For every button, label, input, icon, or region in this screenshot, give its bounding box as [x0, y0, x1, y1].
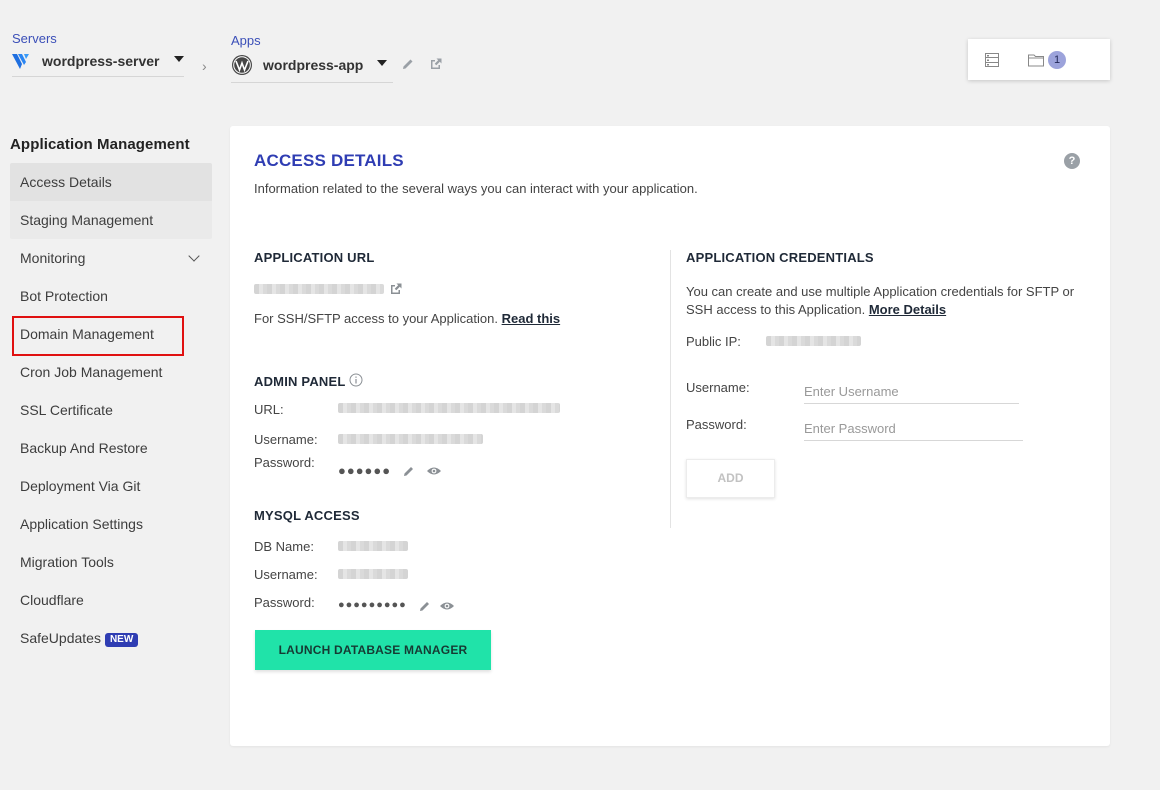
admin-password-value: ●●●●●●: [338, 463, 392, 478]
edit-pencil-icon[interactable]: [418, 599, 432, 613]
sidebar-item-monitoring[interactable]: Monitoring: [10, 239, 212, 277]
wordpress-logo-icon: [232, 55, 252, 75]
ssh-note: For SSH/SFTP access to your Application.…: [254, 311, 561, 326]
sidebar-item-ssl-certificate[interactable]: SSL Certificate: [10, 391, 212, 429]
new-badge: NEW: [104, 633, 139, 647]
apps-label: Apps: [231, 33, 261, 48]
more-details-link[interactable]: More Details: [869, 302, 946, 317]
sidebar-item-deployment-via-git[interactable]: Deployment Via Git: [10, 467, 212, 505]
sidebar-item-label: SafeUpdates: [20, 630, 101, 646]
sidebar-item-label: Staging Management: [20, 212, 154, 228]
db-password-value: ●●●●●●●●●: [338, 599, 407, 611]
admin-url-label: URL:: [254, 402, 284, 417]
admin-url-value: [338, 403, 560, 413]
username-input[interactable]: [804, 380, 1019, 402]
credentials-description: You can create and use multiple Applicat…: [686, 284, 1075, 317]
credentials-username-field[interactable]: [804, 380, 1019, 404]
server-list-icon[interactable]: [984, 52, 1000, 68]
mysql-access-heading: MYSQL ACCESS: [254, 508, 360, 523]
credentials-password-field[interactable]: [804, 417, 1023, 441]
sidebar-item-cloudflare[interactable]: Cloudflare: [10, 581, 212, 619]
server-dropdown-caret-icon[interactable]: [173, 56, 184, 62]
sidebar-item-label: Migration Tools: [20, 554, 114, 570]
servers-label: Servers: [12, 31, 57, 46]
external-link-icon[interactable]: [428, 56, 444, 72]
chevron-down-icon: [188, 250, 200, 262]
sidebar-item-bot-protection[interactable]: Bot Protection: [10, 277, 212, 315]
add-credential-button[interactable]: ADD: [686, 459, 775, 498]
sidebar-item-label: Bot Protection: [20, 288, 108, 304]
sidebar-item-label: Cron Job Management: [20, 364, 163, 380]
edit-pencil-icon[interactable]: [402, 464, 416, 478]
sidebar-item-label: Backup And Restore: [20, 440, 148, 456]
breadcrumb-chevron-icon: ›: [202, 58, 207, 74]
sidebar-item-label: Application Settings: [20, 516, 143, 532]
page-title: ACCESS DETAILS: [254, 151, 404, 170]
db-username-value: [338, 569, 408, 579]
access-details-card: ACCESS DETAILS ? Information related to …: [230, 126, 1110, 746]
help-icon[interactable]: ?: [1064, 153, 1080, 169]
sidebar-title: Application Management: [10, 136, 190, 153]
eye-icon[interactable]: [439, 599, 455, 613]
admin-username-label: Username:: [254, 432, 318, 447]
eye-icon[interactable]: [426, 464, 442, 478]
highlight-box: [12, 316, 184, 356]
application-credentials-heading: APPLICATION CREDENTIALS: [686, 250, 874, 265]
public-ip-label: Public IP:: [686, 334, 741, 349]
db-username-label: Username:: [254, 567, 318, 582]
sidebar-item-label: Access Details: [20, 174, 112, 190]
app-selector[interactable]: Apps wordpress-app: [231, 33, 393, 83]
vultr-logo-icon: [12, 54, 29, 69]
app-dropdown-caret-icon[interactable]: [377, 60, 388, 66]
notification-count-badge[interactable]: 1: [1048, 51, 1066, 69]
read-this-link[interactable]: Read this: [502, 311, 561, 326]
sidebar-item-migration-tools[interactable]: Migration Tools: [10, 543, 212, 581]
sidebar-item-label: Cloudflare: [20, 592, 84, 608]
admin-username-value: [338, 434, 483, 444]
sidebar-item-application-settings[interactable]: Application Settings: [10, 505, 212, 543]
db-name-value: [338, 541, 408, 551]
column-divider: [670, 250, 671, 528]
app-name: wordpress-app: [263, 57, 364, 73]
edit-pencil-icon[interactable]: [400, 56, 416, 72]
application-url-heading: APPLICATION URL: [254, 250, 375, 265]
db-password-label: Password:: [254, 595, 315, 610]
application-url-value[interactable]: [254, 284, 384, 294]
password-input[interactable]: [804, 417, 1023, 439]
info-icon[interactable]: [349, 373, 363, 387]
sidebar-item-label: SSL Certificate: [20, 402, 113, 418]
sidebar-item-cron-job-management[interactable]: Cron Job Management: [10, 353, 212, 391]
sidebar-item-backup-and-restore[interactable]: Backup And Restore: [10, 429, 212, 467]
top-right-toolbar: 1: [968, 39, 1110, 80]
admin-panel-heading: ADMIN PANEL: [254, 374, 346, 389]
sidebar-item-safeupdates[interactable]: SafeUpdates NEW: [10, 619, 212, 657]
folder-icon[interactable]: [1027, 52, 1045, 68]
sidebar-item-staging-management[interactable]: Staging Management: [10, 201, 212, 239]
credentials-password-label: Password:: [686, 417, 747, 432]
server-selector[interactable]: Servers wordpress-server: [12, 31, 184, 77]
admin-password-label: Password:: [254, 455, 315, 470]
sidebar-item-access-details[interactable]: Access Details: [10, 163, 212, 201]
sidebar-nav: Access Details Staging Management Monito…: [10, 163, 212, 657]
credentials-username-label: Username:: [686, 380, 750, 395]
sidebar-item-label: Monitoring: [20, 250, 86, 266]
public-ip-value: [766, 336, 861, 346]
server-name: wordpress-server: [42, 53, 160, 69]
db-name-label: DB Name:: [254, 539, 314, 554]
sidebar-item-label: Deployment Via Git: [20, 478, 141, 494]
page-subtitle: Information related to the several ways …: [254, 181, 698, 196]
external-link-icon[interactable]: [388, 281, 404, 297]
launch-database-manager-button[interactable]: LAUNCH DATABASE MANAGER: [255, 630, 491, 670]
